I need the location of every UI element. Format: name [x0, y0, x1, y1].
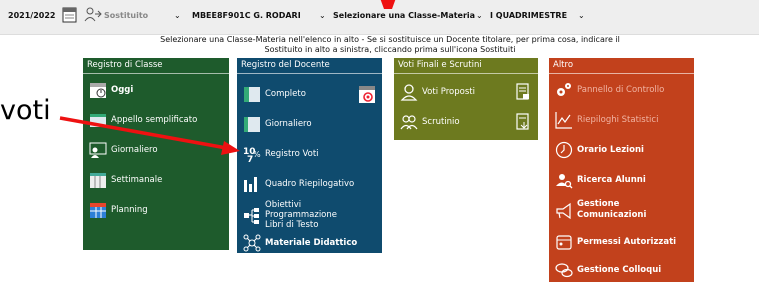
top-annotation-arrow: [380, 0, 396, 9]
annotation-arrow-overlay: [59, 0, 396, 155]
annotation-arrow: [59, 116, 240, 155]
